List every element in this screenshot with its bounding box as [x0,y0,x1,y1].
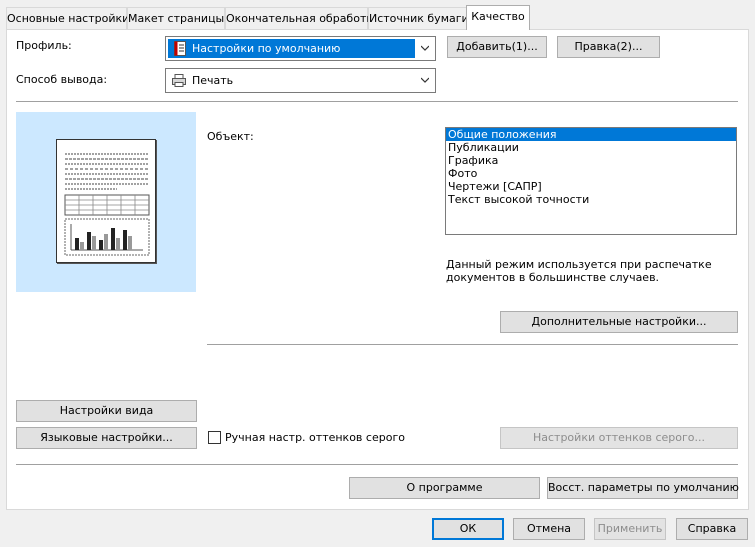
separator [16,464,738,465]
profile-icon [174,41,186,56]
profile-label: Профиль: [16,39,72,52]
output-method-select[interactable]: Печать [165,68,436,93]
separator [16,101,738,102]
list-item[interactable]: Общие положения [446,128,736,141]
document-preview [16,112,196,292]
cancel-button[interactable]: Отмена [513,518,585,540]
list-item[interactable]: Фото [446,167,736,180]
tab-page-layout[interactable]: Макет страницы [127,7,225,29]
chevron-down-icon[interactable] [421,44,429,52]
object-listbox[interactable]: Общие положения Публикации Графика Фото … [445,127,737,235]
grayscale-settings-button[interactable]: Настройки оттенков серого... [500,427,738,449]
chevron-down-icon[interactable] [421,76,429,84]
tab-label: Качество [471,10,525,23]
ok-button[interactable]: ОК [432,518,504,540]
profile-value: Настройки по умолчанию [192,42,341,55]
output-method-label: Способ вывода: [16,73,108,86]
help-button[interactable]: Справка [676,518,748,540]
tab-paper-source[interactable]: Источник бумаги [368,7,469,29]
preview-page [56,139,156,263]
description-line: Данный режим используется при распечатке [446,258,712,271]
tab-label: Основные настройки [7,12,130,25]
tab-quality[interactable]: Качество [466,5,530,30]
list-item[interactable]: Чертежи [САПР] [446,180,736,193]
profile-select[interactable]: Настройки по умолчанию [165,36,436,61]
manual-grayscale-checkbox[interactable] [208,431,221,444]
about-button[interactable]: О программе [349,477,540,499]
list-item[interactable]: Публикации [446,141,736,154]
separator [207,344,738,345]
manual-grayscale-label: Ручная настр. оттенков серого [225,431,405,444]
object-label: Объект: [207,130,254,143]
language-settings-button[interactable]: Языковые настройки... [16,427,197,449]
tab-label: Источник бумаги [369,12,469,25]
edit-profile-button[interactable]: Правка(2)... [557,36,660,58]
tab-basic-settings[interactable]: Основные настройки [6,7,130,29]
printer-icon [172,74,186,87]
view-settings-button[interactable]: Настройки вида [16,400,197,422]
object-description: Данный режим используется при распечатке… [446,258,712,284]
tab-label: Окончательная обработка [226,12,380,25]
advanced-settings-button[interactable]: Дополнительные настройки... [500,311,738,333]
preview-document-illustration [64,153,150,256]
apply-button[interactable]: Применить [594,518,666,540]
tab-label: Макет страницы [128,12,225,25]
add-profile-button[interactable]: Добавить(1)... [447,36,547,58]
list-item[interactable]: Текст высокой точности [446,193,736,206]
list-item[interactable]: Графика [446,154,736,167]
output-method-value: Печать [192,74,234,87]
description-line: документов в большинстве случаев. [446,271,660,284]
restore-defaults-button[interactable]: Восст. параметры по умолчанию [547,477,739,499]
tab-finishing[interactable]: Окончательная обработка [225,7,380,29]
